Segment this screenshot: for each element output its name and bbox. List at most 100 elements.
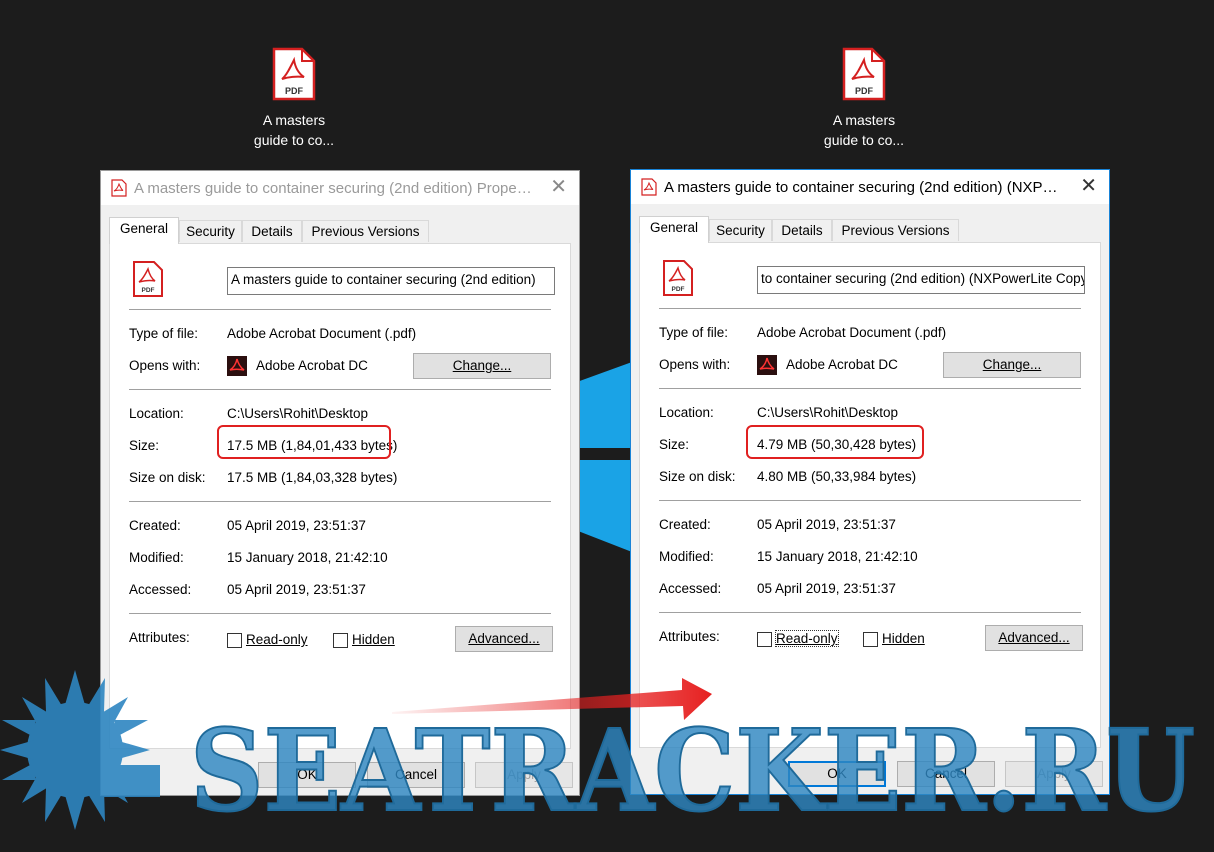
size-label: Size: [129, 438, 160, 453]
separator [659, 388, 1081, 389]
desktop-icon-label-line2: guide to co... [253, 132, 335, 148]
tab-details[interactable]: Details [242, 220, 302, 242]
close-icon[interactable]: ✕ [550, 177, 567, 197]
desktop-icon-compressed-pdf[interactable]: PDF A masters guide to co... [804, 46, 924, 150]
apply-button[interactable]: Apply [1005, 761, 1103, 787]
pdf-label: PDF [672, 286, 685, 293]
pdf-label: PDF [142, 287, 155, 294]
advanced-button[interactable]: Advanced... [985, 625, 1083, 651]
tab-general[interactable]: General [639, 216, 709, 243]
dialog-footer: OK Cancel Apply [101, 751, 579, 795]
separator [129, 389, 551, 390]
modified-value: 15 January 2018, 21:42:10 [757, 549, 918, 564]
pdf-label: PDF [285, 86, 304, 96]
apply-button[interactable]: Apply [475, 762, 573, 788]
tab-details[interactable]: Details [772, 219, 832, 241]
hidden-label[interactable]: Hidden [352, 632, 395, 647]
accessed-label: Accessed: [129, 582, 192, 597]
hidden-checkbox[interactable] [333, 633, 348, 648]
change-button[interactable]: Change... [413, 353, 551, 379]
type-label: Type of file: [129, 326, 199, 341]
modified-value: 15 January 2018, 21:42:10 [227, 550, 388, 565]
type-value: Adobe Acrobat Document (.pdf) [227, 326, 417, 341]
created-value: 05 April 2019, 23:51:37 [227, 518, 366, 533]
created-value: 05 April 2019, 23:51:37 [757, 517, 896, 532]
location-label: Location: [129, 406, 184, 421]
change-button[interactable]: Change... [943, 352, 1081, 378]
opens-with-label: Opens with: [129, 358, 201, 373]
separator [129, 309, 551, 310]
created-label: Created: [129, 518, 181, 533]
dialog-title: A masters guide to container securing (2… [664, 179, 1064, 196]
separator [659, 612, 1081, 613]
separator [659, 308, 1081, 309]
tab-previous-versions[interactable]: Previous Versions [302, 220, 429, 242]
title-bar[interactable]: A masters guide to container securing (2… [101, 171, 579, 205]
separator [129, 501, 551, 502]
comparison-arrow [392, 678, 712, 720]
opens-with-label: Opens with: [659, 357, 731, 372]
change-button-label: Change... [982, 357, 1042, 372]
location-value: C:\Users\Rohit\Desktop [227, 406, 369, 421]
size-on-disk-value: 4.80 MB (50,33,984 bytes) [757, 469, 917, 484]
modified-label: Modified: [129, 550, 184, 565]
size-on-disk-value: 17.5 MB (1,84,03,328 bytes) [227, 470, 398, 485]
accessed-label: Accessed: [659, 581, 722, 596]
windows-logo-upper-pane [580, 362, 632, 448]
modified-label: Modified: [659, 549, 714, 564]
separator [659, 500, 1081, 501]
hidden-label[interactable]: Hidden [882, 631, 925, 646]
change-button-label: Change... [452, 358, 512, 373]
read-only-checkbox[interactable] [757, 632, 772, 647]
cancel-button[interactable]: Cancel [367, 762, 465, 788]
advanced-button[interactable]: Advanced... [455, 626, 553, 652]
pdf-title-icon [641, 178, 657, 196]
pdf-file-icon: PDF [272, 47, 316, 101]
dialog-footer: OK Cancel Apply [631, 750, 1109, 794]
tab-previous-versions[interactable]: Previous Versions [832, 219, 959, 241]
file-name-field[interactable]: to container securing (2nd edition) (NXP… [757, 266, 1085, 294]
pdf-file-icon: PDF [663, 260, 693, 296]
opens-with-value: Adobe Acrobat DC [786, 357, 898, 372]
title-bar[interactable]: A masters guide to container securing (2… [631, 170, 1109, 204]
tab-security[interactable]: Security [179, 220, 242, 242]
advanced-button-label: Advanced... [998, 630, 1070, 645]
hidden-checkbox[interactable] [863, 632, 878, 647]
created-label: Created: [659, 517, 711, 532]
location-value: C:\Users\Rohit\Desktop [757, 405, 899, 420]
dialog-title: A masters guide to container securing (2… [134, 180, 534, 197]
accessed-value: 05 April 2019, 23:51:37 [757, 581, 896, 596]
size-highlight [217, 425, 391, 459]
acrobat-icon [757, 355, 777, 375]
tab-general[interactable]: General [109, 217, 179, 244]
file-name-field[interactable]: A masters guide to container securing (2… [227, 267, 555, 295]
attributes-label: Attributes: [659, 629, 720, 644]
desktop-icon-original-pdf[interactable]: PDF A masters guide to co... [234, 46, 354, 150]
pdf-file-icon: PDF [842, 47, 886, 101]
type-label: Type of file: [659, 325, 729, 340]
pdf-title-icon [111, 179, 127, 197]
location-label: Location: [659, 405, 714, 420]
ok-button[interactable]: OK [258, 762, 356, 788]
size-label: Size: [659, 437, 690, 452]
read-only-label[interactable]: Read-only [775, 630, 839, 647]
read-only-label[interactable]: Read-only [246, 632, 308, 647]
acrobat-icon [227, 356, 247, 376]
advanced-button-label: Advanced... [468, 631, 540, 646]
type-value: Adobe Acrobat Document (.pdf) [757, 325, 947, 340]
size-on-disk-label: Size on disk: [659, 469, 736, 484]
close-icon[interactable]: ✕ [1080, 176, 1097, 196]
tab-security[interactable]: Security [709, 219, 772, 241]
desktop-icon-label-line1: A masters [832, 112, 896, 128]
ok-button[interactable]: OK [788, 761, 886, 787]
opens-with-value: Adobe Acrobat DC [256, 358, 368, 373]
attributes-label: Attributes: [129, 630, 190, 645]
cancel-button[interactable]: Cancel [897, 761, 995, 787]
separator [129, 613, 551, 614]
read-only-checkbox[interactable] [227, 633, 242, 648]
pdf-file-icon: PDF [133, 261, 163, 297]
desktop-icon-label-line1: A masters [262, 112, 326, 128]
desktop-icon-label-line2: guide to co... [823, 132, 905, 148]
size-highlight [746, 425, 924, 459]
accessed-value: 05 April 2019, 23:51:37 [227, 582, 366, 597]
